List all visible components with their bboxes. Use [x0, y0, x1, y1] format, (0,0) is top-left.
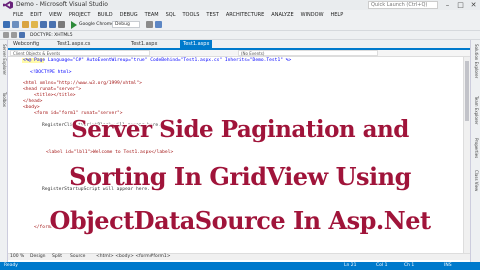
config-dropdown[interactable]: Debug [112, 21, 140, 28]
quick-launch-input[interactable]: Quick Launch (Ctrl+Q) [368, 1, 438, 9]
code-line-page-directive: <%@ Page Language="C#" AutoEventWireup="… [23, 58, 292, 63]
status-column: Col 1 [376, 263, 388, 268]
visual-studio-logo-icon [3, 1, 13, 9]
design-view-tab[interactable]: Design [30, 254, 46, 260]
menu-edit[interactable]: EDIT [30, 12, 42, 18]
menu-project[interactable]: PROJECT [69, 12, 91, 18]
menu-tools[interactable]: TOOLS [183, 12, 200, 18]
start-debug-icon[interactable] [71, 21, 77, 29]
menu-debug[interactable]: DEBUG [120, 12, 138, 18]
menu-help[interactable]: HELP [331, 12, 344, 18]
code-line-label: <label id="lbl1">Welcome to Test1.aspx</… [46, 150, 174, 155]
save-all-icon[interactable] [49, 21, 56, 28]
validate-icon[interactable] [19, 32, 25, 38]
menu-bar: FILE EDIT VIEW PROJECT BUILD DEBUG TEAM … [0, 10, 480, 19]
tab-webconfig[interactable]: Webconfig [10, 40, 42, 48]
close-button[interactable]: ✕ [467, 0, 480, 10]
code-line-head: <head runat="server"> [23, 87, 82, 92]
forward-icon[interactable] [12, 21, 19, 28]
tab-test1-aspx[interactable]: Test1.aspx [128, 40, 160, 48]
document-tabs: Webconfig Test1.aspx.cs Test1.aspx Test1… [8, 40, 470, 50]
menu-build[interactable]: BUILD [97, 12, 112, 18]
navigation-bar: Client Objects & Events (No Events) [8, 50, 470, 57]
events-dropdown[interactable]: (No Events) [238, 50, 378, 56]
standard-toolbar: Google Chrome Debug [0, 19, 480, 31]
menu-analyze[interactable]: ANALYZE [271, 12, 293, 18]
code-line-title: <title></title> [34, 93, 76, 98]
status-insert-mode: INS [444, 263, 452, 268]
scrollbar-thumb[interactable] [465, 61, 469, 121]
save-icon[interactable] [40, 21, 47, 28]
status-bar: Ready Ln 21 Col 1 Ch 1 INS [0, 262, 480, 270]
comment-icon[interactable] [155, 21, 162, 28]
browser-selector[interactable]: Google Chrome [79, 21, 114, 29]
minimize-button[interactable]: – [441, 0, 454, 10]
status-char: Ch 1 [404, 263, 415, 268]
zoom-level[interactable]: 100 % [10, 254, 24, 260]
server-explorer-tab[interactable]: Server Explorer [2, 44, 7, 75]
menu-window[interactable]: WINDOW [301, 12, 324, 18]
tab-test1-aspx-active[interactable]: Test1.aspx [180, 40, 213, 48]
tag-breadcrumb[interactable]: <html> <body> <form#form1> [96, 254, 170, 260]
menu-architecture[interactable]: ARCHITECTURE [226, 12, 264, 18]
html-toolbar: DOCTYPE: XHTML5 [0, 31, 480, 40]
maximize-button[interactable]: □ [454, 0, 467, 10]
menu-sql[interactable]: SQL [166, 12, 176, 18]
open-file-icon[interactable] [31, 21, 38, 28]
tab-test1-aspx-cs[interactable]: Test1.aspx.cs [54, 40, 93, 48]
format-icon[interactable] [3, 32, 9, 38]
code-line-body: <body> [23, 105, 40, 110]
source-view-tab[interactable]: Source [70, 254, 85, 260]
view-mode-bar: 100 % Design Split Source <html> <body> … [8, 253, 470, 260]
new-project-icon[interactable] [22, 21, 29, 28]
doctype-selector[interactable]: DOCTYPE: XHTML5 [30, 32, 73, 39]
video-title-line-1: Server Side Pagination and [71, 116, 409, 143]
client-objects-dropdown[interactable]: Client Objects & Events [10, 50, 150, 56]
toolbox-tab[interactable]: Toolbox [2, 92, 7, 107]
title-bar: Demo - Microsoft Visual Studio Quick Lau… [0, 0, 480, 10]
window-title: Demo - Microsoft Visual Studio [16, 1, 108, 8]
code-line-html: <html xmlns="http://www.w3.org/1999/xhtm… [23, 81, 142, 86]
find-icon[interactable] [146, 21, 153, 28]
split-view-tab[interactable]: Split [52, 254, 62, 260]
undo-icon[interactable] [58, 21, 65, 28]
menu-view[interactable]: VIEW [49, 12, 62, 18]
back-icon[interactable] [3, 21, 10, 28]
indent-icon[interactable] [11, 32, 17, 38]
video-title-line-2: Sorting In GridView Using [69, 162, 411, 191]
menu-file[interactable]: FILE [13, 12, 23, 18]
menu-team[interactable]: TEAM [145, 12, 159, 18]
status-line: Ln 21 [344, 263, 357, 268]
status-ready: Ready [4, 263, 18, 268]
video-title-line-3: ObjectDataSource In Asp.Net [49, 206, 431, 235]
code-line-head-close: </head> [23, 99, 43, 104]
code-line-doctype: <!DOCTYPE html> [30, 70, 72, 75]
solution-explorer-tab[interactable]: Solution Explorer [474, 44, 479, 78]
menu-test[interactable]: TEST [206, 12, 218, 18]
